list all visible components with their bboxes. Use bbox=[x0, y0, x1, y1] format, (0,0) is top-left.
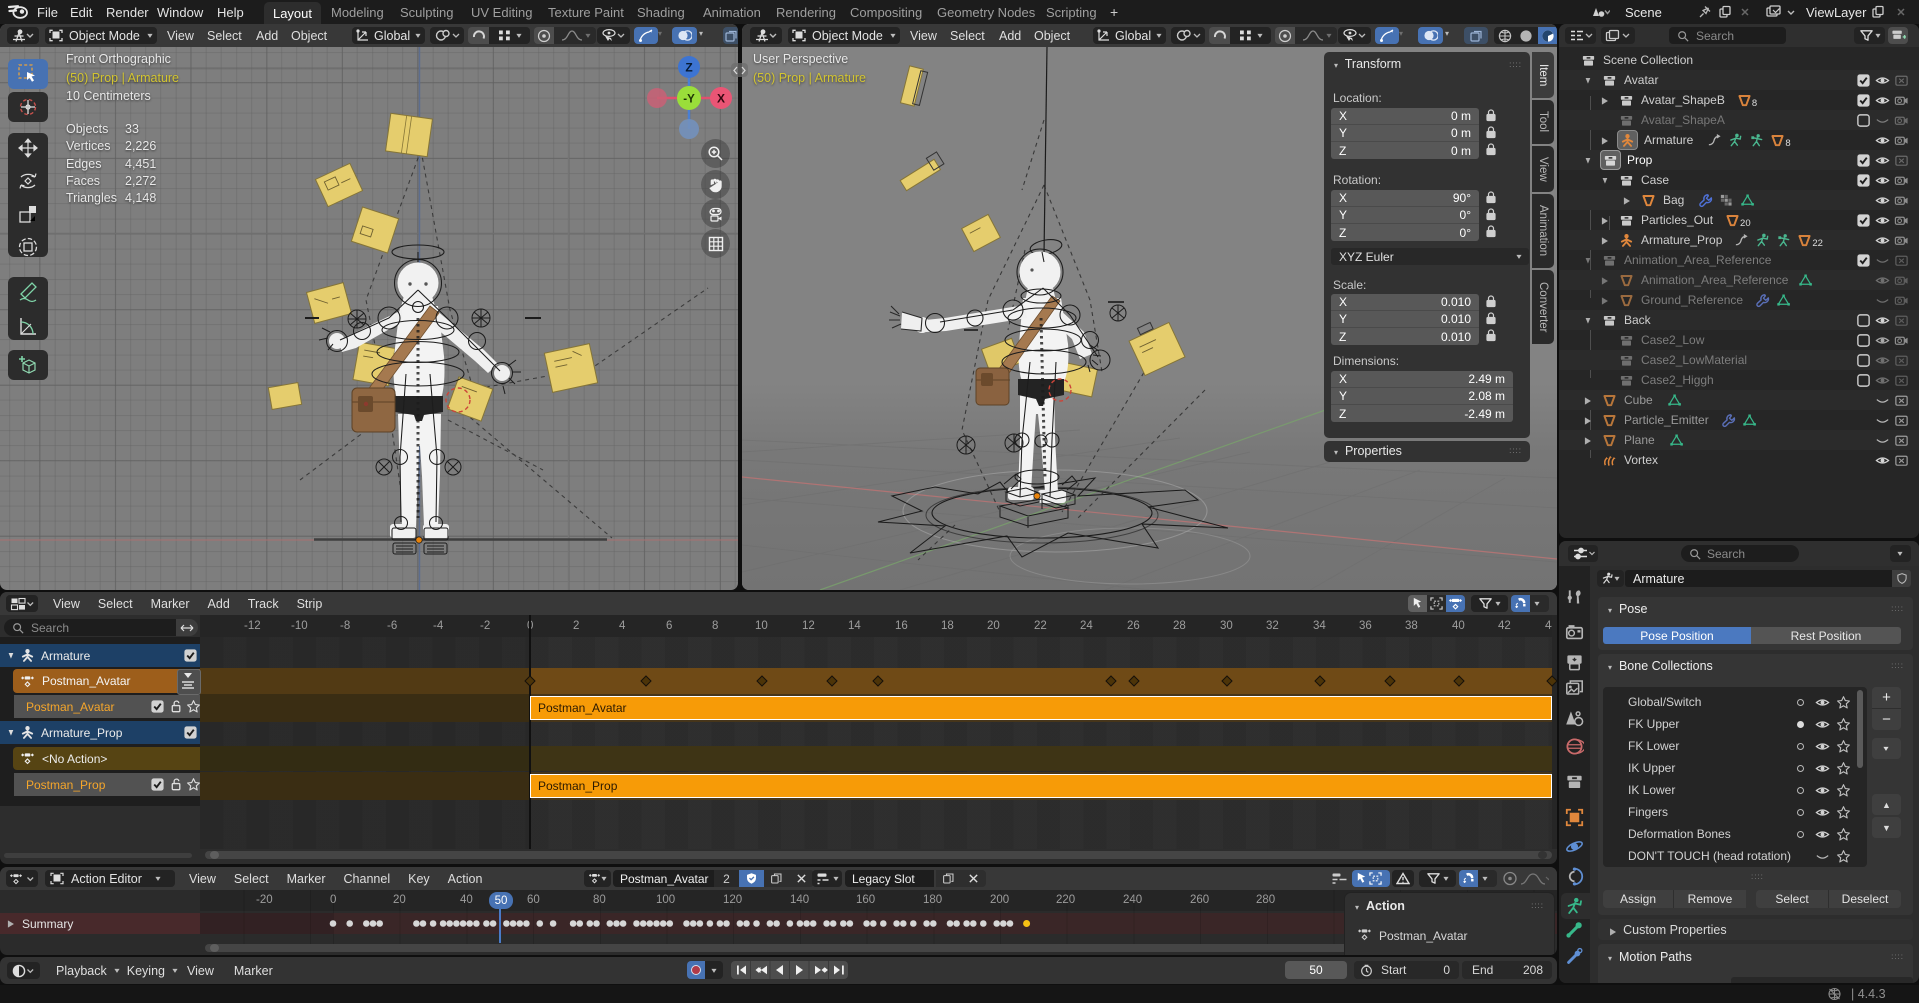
svg-text:Z: Z bbox=[685, 61, 692, 75]
svg-text:X: X bbox=[717, 92, 725, 106]
svg-text:-Y: -Y bbox=[683, 94, 695, 106]
